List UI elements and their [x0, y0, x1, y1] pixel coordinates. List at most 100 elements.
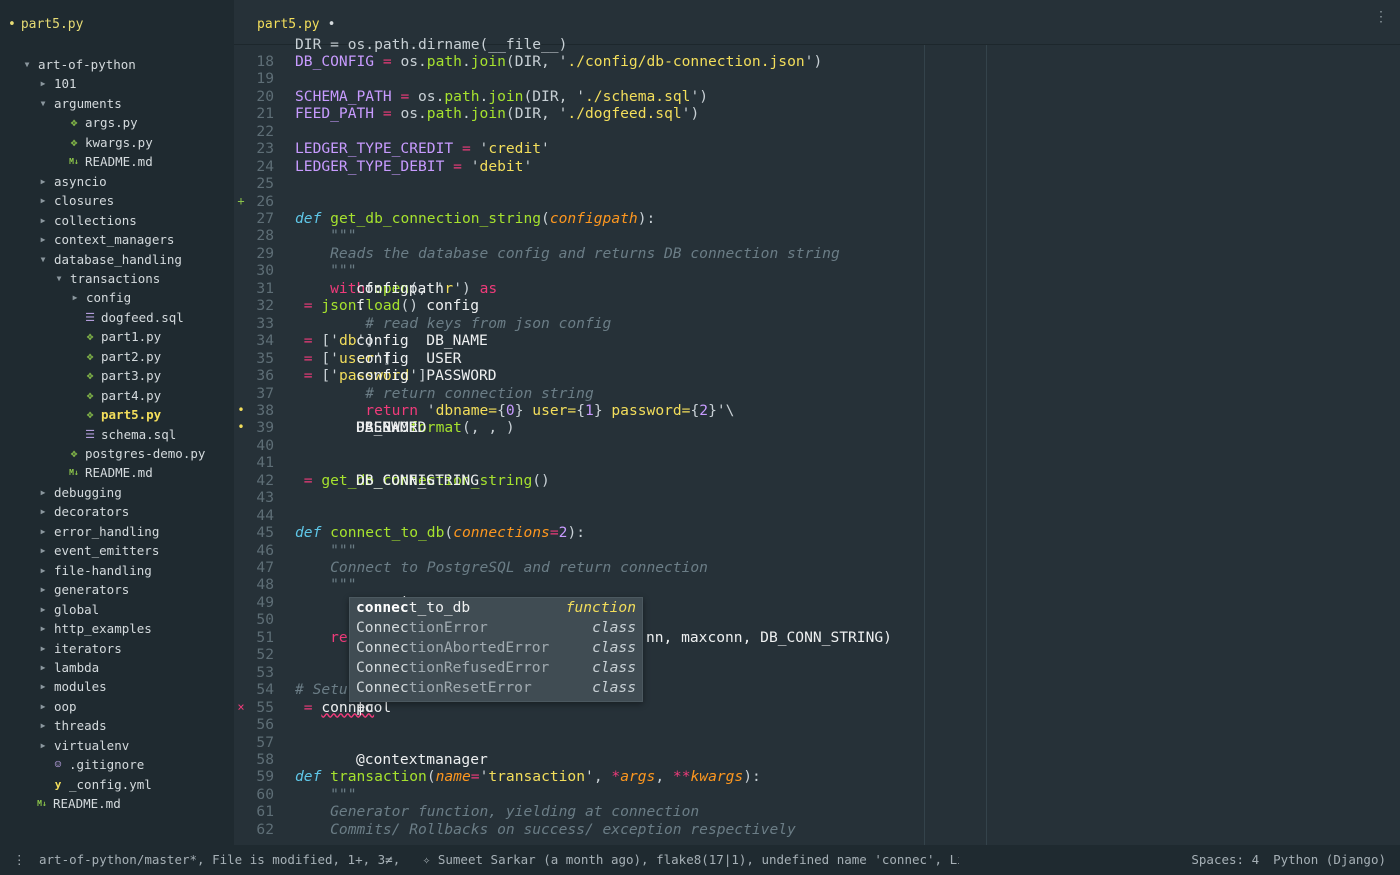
code-line[interactable]: 22	[234, 123, 1400, 140]
tree-file[interactable]: ☰ schema.sql	[84, 425, 176, 444]
tree-folder[interactable]: ▶ threads	[38, 716, 107, 735]
tab-part5[interactable]: part5.py •	[257, 17, 335, 32]
indentation-setting[interactable]: Spaces: 4	[1191, 852, 1259, 867]
chevron-right-icon[interactable]: ▶	[38, 79, 48, 88]
chevron-right-icon[interactable]: ▶	[38, 546, 48, 555]
chevron-right-icon[interactable]: ▶	[38, 721, 48, 730]
code-line[interactable]: 29 Reads the database config and returns…	[234, 245, 1400, 262]
chevron-right-icon[interactable]: ▶	[38, 605, 48, 614]
tree-file[interactable]: ✥ part4.py	[84, 386, 162, 405]
tree-file[interactable]: ✥ part5.py	[84, 405, 162, 424]
tree-folder[interactable]: ▶ generators	[38, 580, 130, 599]
tree-folder[interactable]: ▶ event_emitters	[38, 541, 160, 560]
code-line[interactable]: 62 Commits/ Rollbacks on success/ except…	[234, 821, 1400, 838]
chevron-down-icon[interactable]: ▼	[38, 99, 48, 108]
tree-file[interactable]: ☺ .gitignore	[52, 755, 145, 774]
code-line[interactable]: 61 Generator function, yielding at conne…	[234, 803, 1400, 820]
chevron-right-icon[interactable]: ▶	[38, 507, 48, 516]
tree-folder[interactable]: ▼ transactions	[54, 269, 161, 288]
chevron-right-icon[interactable]: ▶	[38, 624, 48, 633]
tree-folder[interactable]: ▶ context_managers	[38, 230, 175, 249]
chevron-down-icon[interactable]: ▼	[22, 60, 32, 69]
code-line[interactable]: 23 LEDGER_TYPE_CREDIT = 'credit'	[234, 140, 1400, 157]
code-line[interactable]: 42 DB_CONN_STRING = get_db_connection_str…	[234, 472, 1400, 489]
tree-folder[interactable]: ▶ global	[38, 600, 100, 619]
tree-folder[interactable]: ▶ http_examples	[38, 619, 152, 638]
chevron-right-icon[interactable]: ▶	[38, 196, 48, 205]
tree-file[interactable]: ✥ part1.py	[84, 327, 162, 346]
tree-folder[interactable]: ▶ file-handling	[38, 561, 152, 580]
code-line[interactable]: 36 PASSWORD = config ['password']	[234, 367, 1400, 384]
autocomplete-item[interactable]: ConnectionResetError class	[350, 678, 642, 698]
autocomplete-item[interactable]: ConnectionAbortedError class	[350, 638, 642, 658]
chevron-right-icon[interactable]: ▶	[38, 702, 48, 711]
code-line[interactable]: 45 def connect_to_db(connections=2):	[234, 524, 1400, 541]
code-line[interactable]: 27 def get_db_connection_string(configpat…	[234, 210, 1400, 227]
chevron-right-icon[interactable]: ▶	[38, 527, 48, 536]
code-line[interactable]: 28 """	[234, 227, 1400, 244]
tree-folder[interactable]: ▶ error_handling	[38, 522, 160, 541]
tree-folder[interactable]: ▶ virtualenv	[38, 736, 130, 755]
code-line[interactable]: 57	[234, 734, 1400, 751]
code-line[interactable]: 44	[234, 507, 1400, 524]
tree-folder[interactable]: ▶ 101	[38, 74, 77, 93]
chevron-down-icon[interactable]: ▼	[38, 255, 48, 264]
code-line[interactable]: 47 Connect to PostgreSQL and return conn…	[234, 559, 1400, 576]
tree-folder[interactable]: ▶ debugging	[38, 483, 122, 502]
status-menu-icon[interactable]: ⋮	[13, 852, 26, 867]
chevron-right-icon[interactable]: ▶	[38, 663, 48, 672]
tree-file[interactable]: ✥ args.py	[68, 113, 138, 132]
tree-folder[interactable]: ▶ lambda	[38, 658, 100, 677]
code-line[interactable]: 32 config = json.load(f)	[234, 297, 1400, 314]
chevron-right-icon[interactable]: ▶	[70, 293, 80, 302]
code-line[interactable]: 56	[234, 716, 1400, 733]
code-line[interactable]: 35 USER = config ['user']	[234, 350, 1400, 367]
code-line[interactable]: 59 def transaction(name='transaction', *a…	[234, 768, 1400, 785]
tree-file[interactable]: ✥ kwargs.py	[68, 133, 153, 152]
code-line[interactable]: 19	[234, 70, 1400, 87]
more-menu-icon[interactable]: ⋮	[1374, 10, 1388, 24]
tree-file[interactable]: M↓ README.md	[68, 152, 153, 171]
tree-folder[interactable]: ▼ arguments	[38, 94, 122, 113]
tree-file[interactable]: ✥ postgres-demo.py	[68, 444, 206, 463]
tree-folder[interactable]: ▶ asyncio	[38, 172, 107, 191]
chevron-right-icon[interactable]: ▶	[38, 488, 48, 497]
code-line[interactable]: 46 """	[234, 542, 1400, 559]
tree-folder[interactable]: ▶ decorators	[38, 502, 130, 521]
tree-file[interactable]: ☰ dogfeed.sql	[84, 308, 184, 327]
tree-file[interactable]: ✥ part2.py	[84, 347, 162, 366]
tree-folder[interactable]: ▶ config	[70, 288, 132, 307]
chevron-right-icon[interactable]: ▶	[38, 741, 48, 750]
chevron-right-icon[interactable]: ▶	[38, 566, 48, 575]
tree-folder[interactable]: ▼ art-of-python	[22, 55, 136, 74]
tree-file[interactable]: ✥ part3.py	[84, 366, 162, 385]
autocomplete-item[interactable]: connect_to_db function	[350, 598, 642, 618]
autocomplete-item[interactable]: ConnectionRefusedError class	[350, 658, 642, 678]
chevron-right-icon[interactable]: ▶	[38, 216, 48, 225]
code-line[interactable]: 20 SCHEMA_PATH = os.path.join(DIR, './sch…	[234, 88, 1400, 105]
autocomplete-item[interactable]: ConnectionError class	[350, 618, 642, 638]
code-line[interactable]: 24 LEDGER_TYPE_DEBIT = 'debit'	[234, 158, 1400, 175]
chevron-down-icon[interactable]: ▼	[54, 274, 64, 283]
code-line[interactable]: 58 @contextmanager	[234, 751, 1400, 768]
chevron-right-icon[interactable]: ▶	[38, 235, 48, 244]
tree-file[interactable]: y _config.yml	[52, 775, 152, 794]
tree-folder[interactable]: ▶ closures	[38, 191, 115, 210]
tree-folder[interactable]: ▼ database_handling	[38, 250, 182, 269]
chevron-right-icon[interactable]: ▶	[38, 644, 48, 653]
chevron-right-icon[interactable]: ▶	[38, 682, 48, 691]
tree-folder[interactable]: ▶ iterators	[38, 639, 122, 658]
code-line[interactable]: 60 """	[234, 786, 1400, 803]
code-line[interactable]: 37 # return connection string	[234, 385, 1400, 402]
chevron-right-icon[interactable]: ▶	[38, 585, 48, 594]
code-line[interactable]: 30 """	[234, 262, 1400, 279]
code-line[interactable]: 48 """	[234, 576, 1400, 593]
code-line[interactable]: 40	[234, 437, 1400, 454]
chevron-right-icon[interactable]: ▶	[38, 177, 48, 186]
code-line[interactable]: 31 with open(configpath, 'r') as f:	[234, 280, 1400, 297]
code-line[interactable]: 21 FEED_PATH = os.path.join(DIR, './dogfe…	[234, 105, 1400, 122]
code-line[interactable]: DIR = os.path.dirname(__file__)	[234, 36, 1400, 53]
code-line[interactable]: 33 # read keys from json config	[234, 315, 1400, 332]
code-line[interactable]: 25	[234, 175, 1400, 192]
tree-file[interactable]: M↓ README.md	[36, 794, 121, 813]
